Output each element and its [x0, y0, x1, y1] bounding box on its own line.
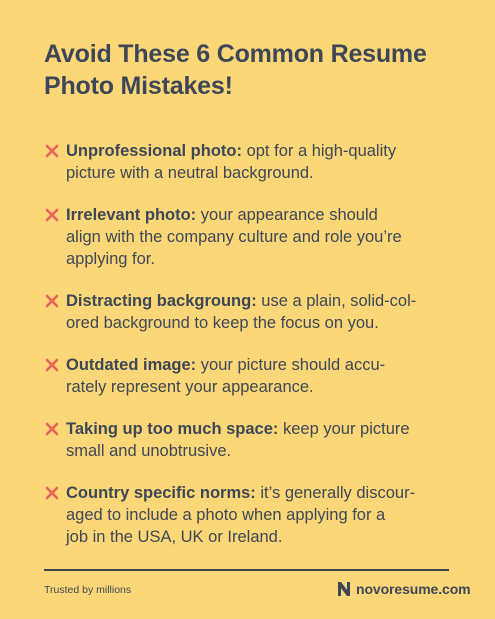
list-item: Unprofessional photo: opt for a high-qua… — [44, 140, 464, 184]
x-mark-icon — [45, 422, 59, 436]
list-item: Irrelevant photo: your appearance should… — [44, 204, 464, 270]
item-line-1: Outdated image: your picture should accu… — [66, 354, 464, 376]
x-mark-icon — [45, 486, 59, 500]
item-lead: Country specific norms: — [66, 484, 256, 502]
item-text: your appearance should — [196, 206, 378, 224]
item-line-2: align with the company culture and role … — [66, 228, 402, 246]
item-line-1: Unprofessional photo: opt for a high-qua… — [66, 140, 464, 162]
item-line-3: applying for. — [66, 250, 155, 268]
item-line-1: Distracting backgroung: use a plain, sol… — [66, 290, 464, 312]
list-item: Distracting backgroung: use a plain, sol… — [44, 290, 464, 334]
item-lead: Outdated image: — [66, 356, 197, 374]
item-text: it’s generally discour- — [255, 484, 416, 502]
item-text: opt for a high-quality — [242, 142, 397, 160]
item-line-2: small and unobtrusive. — [66, 442, 232, 460]
page-title: Avoid These 6 Common Resume Photo Mistak… — [44, 38, 464, 102]
footer-tagline: Trusted by millions — [44, 584, 132, 596]
item-line-1: Taking up too much space: keep your pict… — [66, 418, 464, 440]
brand-link[interactable]: novoresume.com — [336, 580, 471, 598]
item-line-2: aged to include a photo when applying fo… — [66, 506, 386, 524]
item-line-2: picture with a neutral background. — [66, 164, 314, 182]
x-mark-icon — [45, 208, 59, 222]
x-mark-icon — [45, 358, 59, 372]
item-line-2: ored background to keep the focus on you… — [66, 314, 379, 332]
title-line-2: Photo Mistakes! — [44, 72, 233, 100]
item-line-2: rately represent your appearance. — [66, 378, 314, 396]
item-text: keep your picture — [278, 420, 410, 438]
title-line-1: Avoid These 6 Common Resume — [44, 40, 427, 68]
brand-name: novoresume.com — [356, 581, 471, 597]
mistakes-list: Unprofessional photo: opt for a high-qua… — [44, 140, 464, 568]
item-lead: Taking up too much space: — [66, 420, 279, 438]
item-lead: Unprofessional photo: — [66, 142, 242, 160]
item-line-3: job in the USA, UK or Ireland. — [66, 528, 283, 546]
item-line-1: Irrelevant photo: your appearance should — [66, 204, 464, 226]
x-mark-icon — [45, 144, 59, 158]
list-item: Outdated image: your picture should accu… — [44, 354, 464, 398]
list-item: Taking up too much space: keep your pict… — [44, 418, 464, 462]
list-item: Country specific norms: it’s generally d… — [44, 482, 464, 548]
item-lead: Distracting backgroung: — [66, 292, 257, 310]
item-line-1: Country specific norms: it’s generally d… — [66, 482, 464, 504]
item-text: your picture should accu- — [196, 356, 386, 374]
novoresume-logo-icon — [338, 582, 350, 596]
x-mark-icon — [45, 294, 59, 308]
item-lead: Irrelevant photo: — [66, 206, 197, 224]
footer-divider — [44, 569, 449, 571]
item-text: use a plain, solid-col- — [256, 292, 417, 310]
